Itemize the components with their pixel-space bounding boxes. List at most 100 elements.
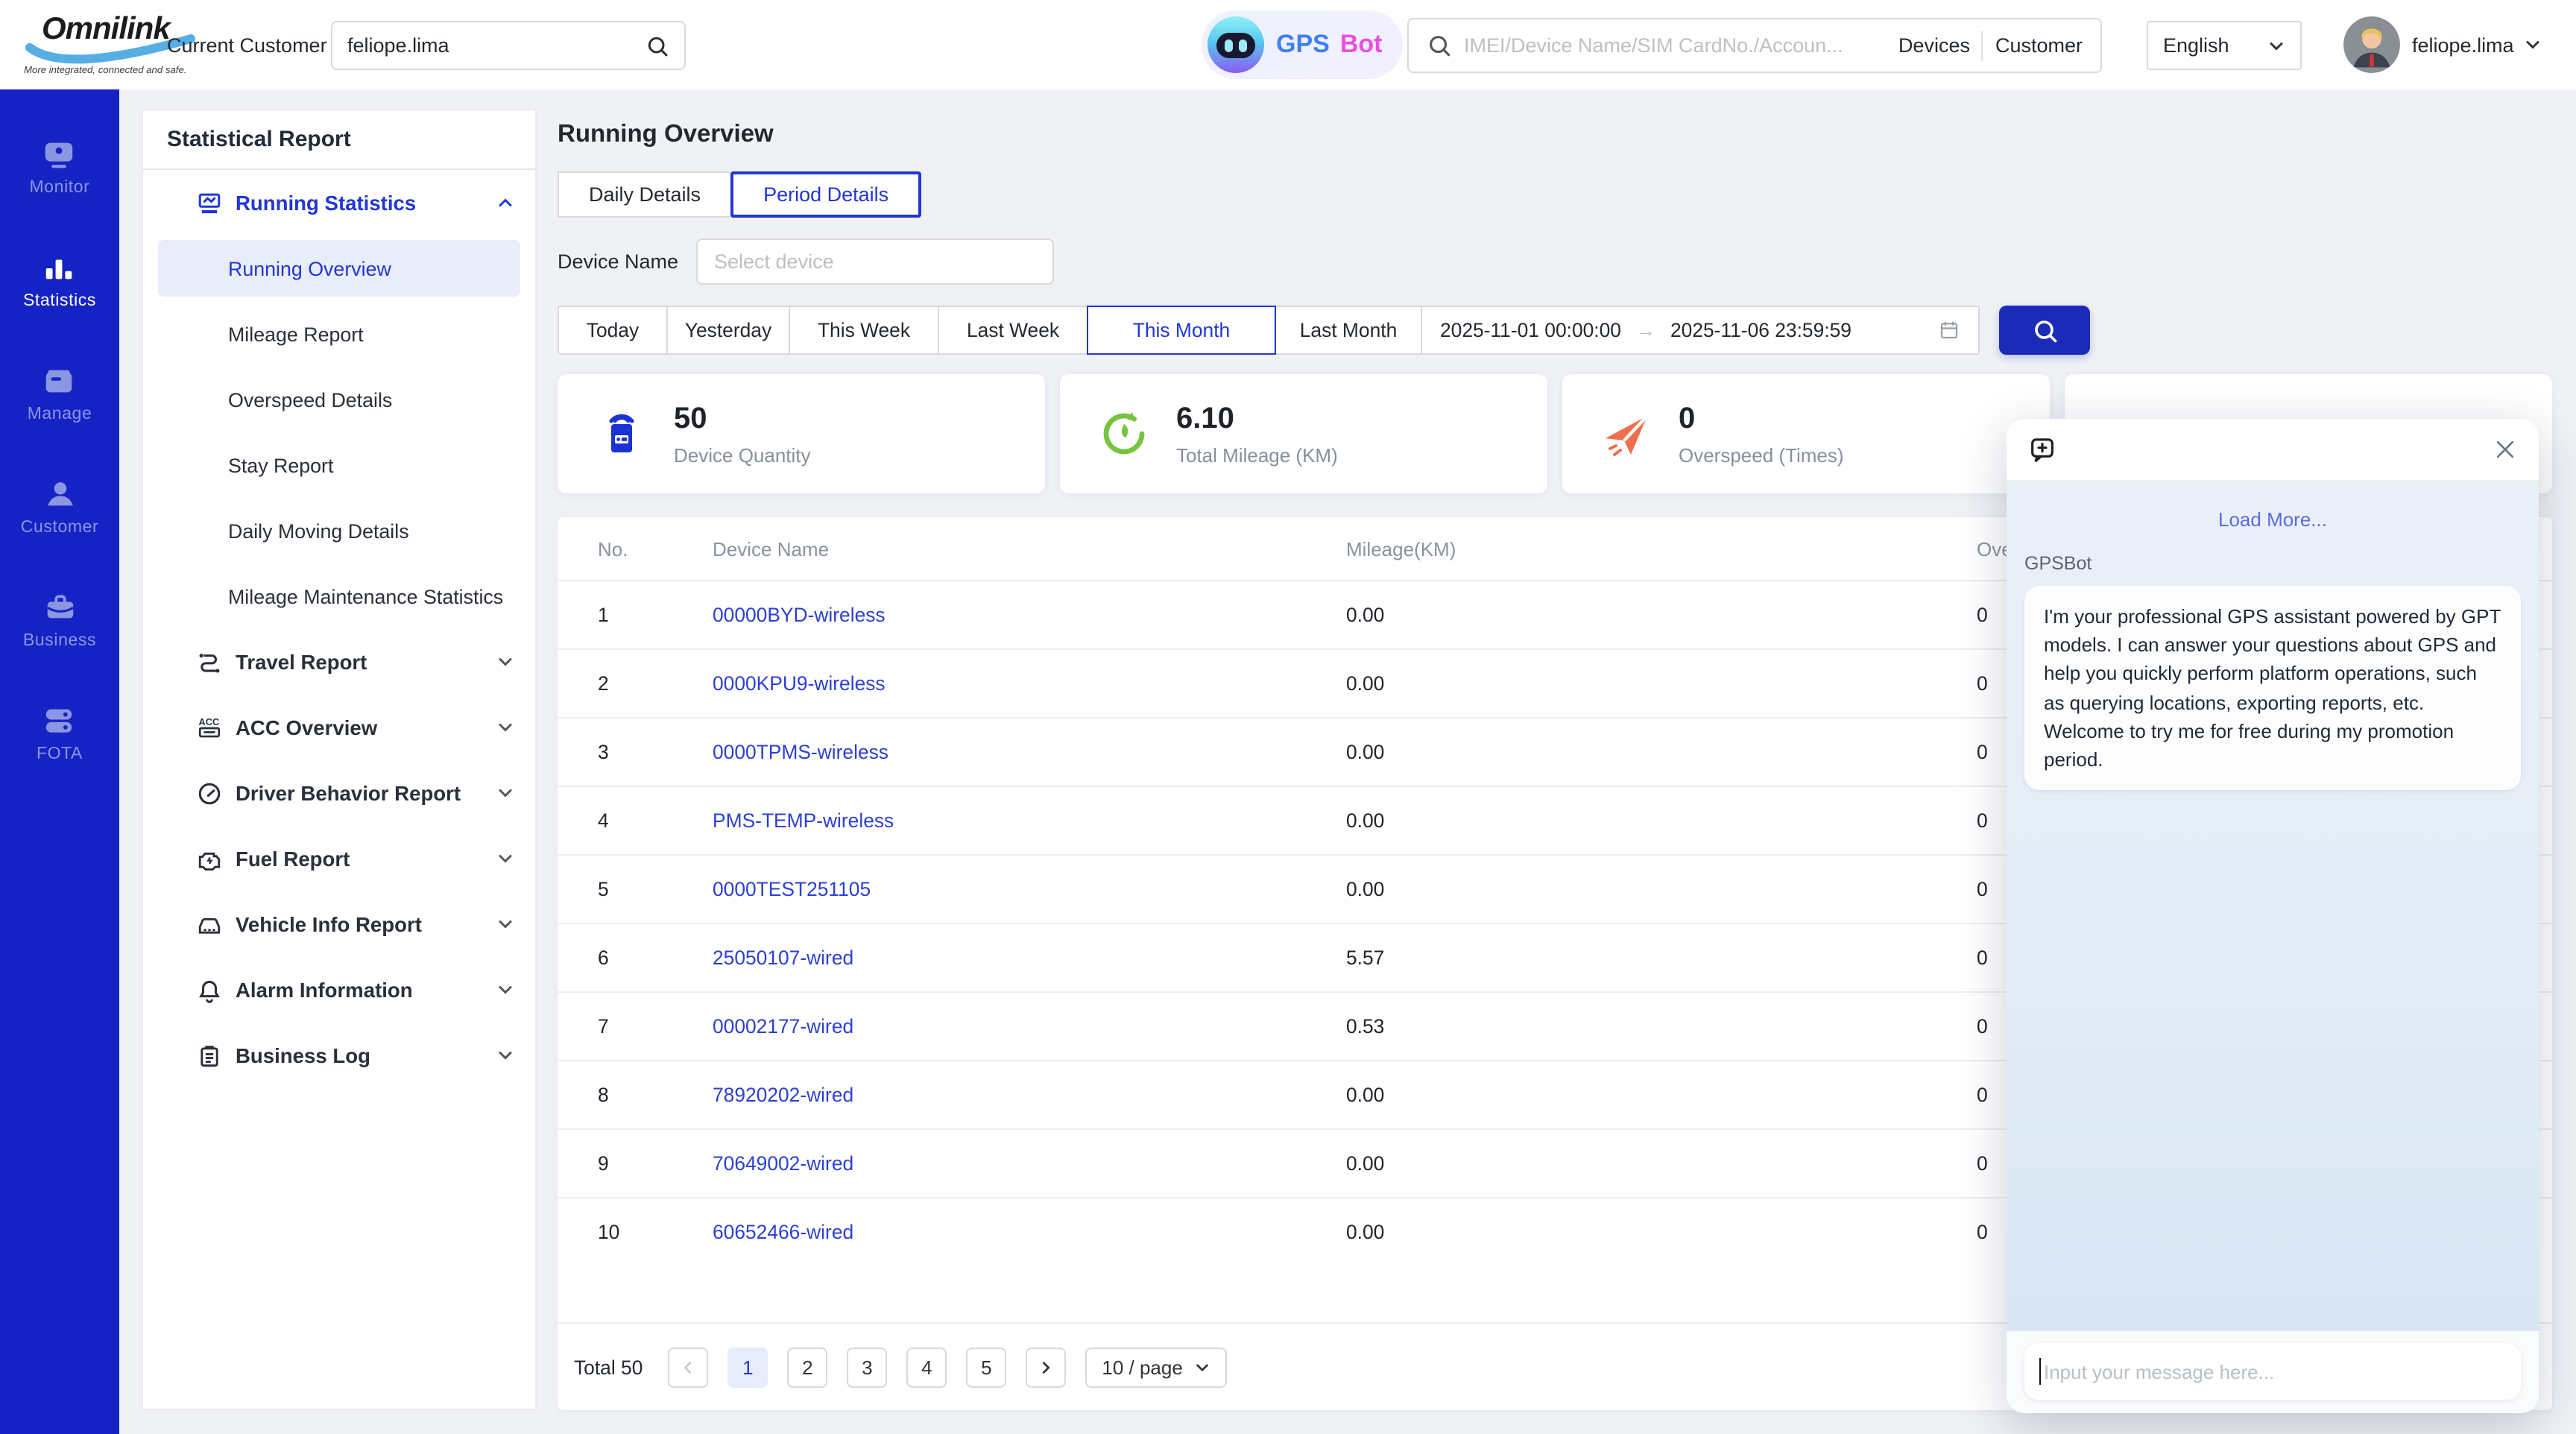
page-button[interactable]: 4 xyxy=(906,1347,947,1387)
sidebar-group-vehicle-info[interactable]: Vehicle Info Report xyxy=(143,891,535,957)
device-name-link[interactable]: 78920202-wired xyxy=(713,1084,1346,1106)
range-this-month-button[interactable]: This Month xyxy=(1087,306,1276,355)
user-menu[interactable]: feliope.lima xyxy=(2412,0,2542,89)
row-no: 2 xyxy=(598,672,713,695)
chat-sender-name: GPSBot xyxy=(2024,553,2521,574)
language-select[interactable]: English xyxy=(2147,21,2302,70)
nav-customer[interactable]: Customer xyxy=(21,477,99,537)
device-name-link[interactable]: PMS-TEMP-wireless xyxy=(713,809,1346,832)
device-name-link[interactable]: 0000TPMS-wireless xyxy=(713,741,1346,763)
chevron-down-icon xyxy=(496,784,514,802)
travel-report-icon xyxy=(197,649,222,675)
sidebar-item[interactable]: Overspeed Details xyxy=(143,367,535,432)
tab-period-details[interactable]: Period Details xyxy=(730,171,921,218)
gpsbot-logo-gps-text: GPS xyxy=(1276,30,1330,60)
global-search-input[interactable] xyxy=(1464,34,1887,57)
page-button[interactable]: 3 xyxy=(847,1347,887,1387)
card-total-mileage: 6.10 Total Mileage (KM) xyxy=(1060,374,1547,493)
range-today-button[interactable]: Today xyxy=(558,306,668,355)
sidebar-item[interactable]: Mileage Report xyxy=(143,301,535,367)
nav-business[interactable]: Business xyxy=(23,590,96,650)
row-mileage: 0.00 xyxy=(1346,878,1977,900)
gpsbot-logo[interactable]: GPSBot xyxy=(1202,10,1403,79)
business-log-icon xyxy=(197,1043,222,1068)
device-name-link[interactable]: 60652466-wired xyxy=(713,1221,1346,1243)
page-button[interactable]: 2 xyxy=(787,1347,827,1387)
svg-text:ACC: ACC xyxy=(199,716,220,727)
page-button[interactable]: 5 xyxy=(966,1347,1006,1387)
sidebar-item[interactable]: Mileage Maintenance Statistics xyxy=(143,563,535,629)
device-filter-row: Device Name Select device xyxy=(558,237,1054,285)
chevron-up-icon xyxy=(496,194,514,212)
device-select[interactable]: Select device xyxy=(696,238,1054,284)
col-no: No. xyxy=(598,537,713,560)
device-name-link[interactable]: 00002177-wired xyxy=(713,1015,1346,1037)
scope-divider xyxy=(1982,31,1983,60)
total-mileage-value: 6.10 xyxy=(1176,402,1338,435)
nav-manage[interactable]: Manage xyxy=(28,364,92,423)
page-size-select[interactable]: 10 / page xyxy=(1085,1347,1227,1387)
row-mileage: 0.00 xyxy=(1346,1084,1977,1106)
sidebar-group-travel-report[interactable]: Travel Report xyxy=(143,629,535,695)
device-name-link[interactable]: 0000KPU9-wireless xyxy=(713,672,1346,695)
prev-page-button[interactable] xyxy=(668,1347,708,1387)
row-no: 3 xyxy=(598,741,713,763)
search-scope-devices[interactable]: Devices xyxy=(1898,34,1970,57)
device-name-link[interactable]: 0000TEST251105 xyxy=(713,878,1346,900)
total-mileage-label: Total Mileage (KM) xyxy=(1176,443,1338,466)
sidebar-group-fuel-report[interactable]: Fuel Report xyxy=(143,826,535,891)
tab-daily-details[interactable]: Daily Details xyxy=(558,171,732,218)
range-last-month-button[interactable]: Last Month xyxy=(1275,306,1422,355)
query-search-button[interactable] xyxy=(1999,306,2090,355)
new-chat-icon[interactable] xyxy=(2027,435,2057,464)
top-header: Omnilink More integrated, connected and … xyxy=(0,0,2576,89)
sidebar-group-driver-behavior[interactable]: Driver Behavior Report xyxy=(143,760,535,826)
customer-search-input[interactable] xyxy=(347,34,645,57)
nav-monitor[interactable]: Monitor xyxy=(30,137,90,197)
sidebar-group-alarm-information[interactable]: Alarm Information xyxy=(143,957,535,1023)
sidebar-group-running-statistics[interactable]: Running Statistics xyxy=(143,170,535,236)
row-no: 6 xyxy=(598,947,713,969)
close-icon[interactable] xyxy=(2493,437,2518,462)
sidebar-group-acc-overview[interactable]: ACC ACC Overview xyxy=(143,695,535,760)
sidebar-group-business-log[interactable]: Business Log xyxy=(143,1023,535,1088)
total-mileage-icon xyxy=(1096,405,1152,462)
row-mileage: 0.00 xyxy=(1346,1221,1977,1243)
date-range-picker[interactable]: 2025-11-01 00:00:00 → 2025-11-06 23:59:5… xyxy=(1421,306,1980,355)
device-name-link[interactable]: 25050107-wired xyxy=(713,947,1346,969)
sidebar-item[interactable]: Stay Report xyxy=(143,432,535,498)
row-mileage: 0.53 xyxy=(1346,1015,1977,1037)
search-scope-customer[interactable]: Customer xyxy=(1995,34,2083,57)
chevron-down-icon xyxy=(496,981,514,999)
row-no: 1 xyxy=(598,604,713,626)
device-name-link[interactable]: 70649002-wired xyxy=(713,1152,1346,1175)
fuel-report-icon xyxy=(197,846,222,871)
device-name-label: Device Name xyxy=(558,250,696,272)
sidebar-item[interactable]: Running Overview xyxy=(158,240,520,297)
device-name-link[interactable]: 00000BYD-wireless xyxy=(713,604,1346,626)
sidebar-title: Statistical Report xyxy=(143,110,535,170)
business-icon xyxy=(42,590,77,625)
user-avatar[interactable] xyxy=(2343,16,2400,73)
chat-message-input[interactable] xyxy=(2044,1360,2506,1383)
avatar-image xyxy=(2343,16,2400,73)
range-last-week-button[interactable]: Last Week xyxy=(938,306,1088,355)
date-start-value: 2025-11-01 00:00:00 xyxy=(1440,319,1621,341)
next-page-button[interactable] xyxy=(1026,1347,1066,1387)
running-statistics-items: Running OverviewMileage ReportOverspeed … xyxy=(143,240,535,629)
chevron-left-icon xyxy=(680,1359,696,1375)
range-yesterday-button[interactable]: Yesterday xyxy=(666,306,790,355)
driver-behavior-icon xyxy=(197,780,222,806)
overspeed-icon xyxy=(1598,405,1655,462)
sidebar-item[interactable]: Daily Moving Details xyxy=(143,498,535,563)
search-icon[interactable] xyxy=(645,34,669,57)
range-this-week-button[interactable]: This Week xyxy=(789,306,939,355)
report-sidebar: Statistical Report Running Statistics Ru… xyxy=(142,109,537,1410)
nav-statistics[interactable]: Statistics xyxy=(23,250,96,310)
row-no: 10 xyxy=(598,1221,713,1243)
load-more-link[interactable]: Load More... xyxy=(2024,508,2521,531)
statistics-icon xyxy=(42,250,77,285)
nav-fota[interactable]: FOTA xyxy=(37,704,83,763)
page-button[interactable]: 1 xyxy=(727,1347,768,1387)
row-no: 9 xyxy=(598,1152,713,1175)
